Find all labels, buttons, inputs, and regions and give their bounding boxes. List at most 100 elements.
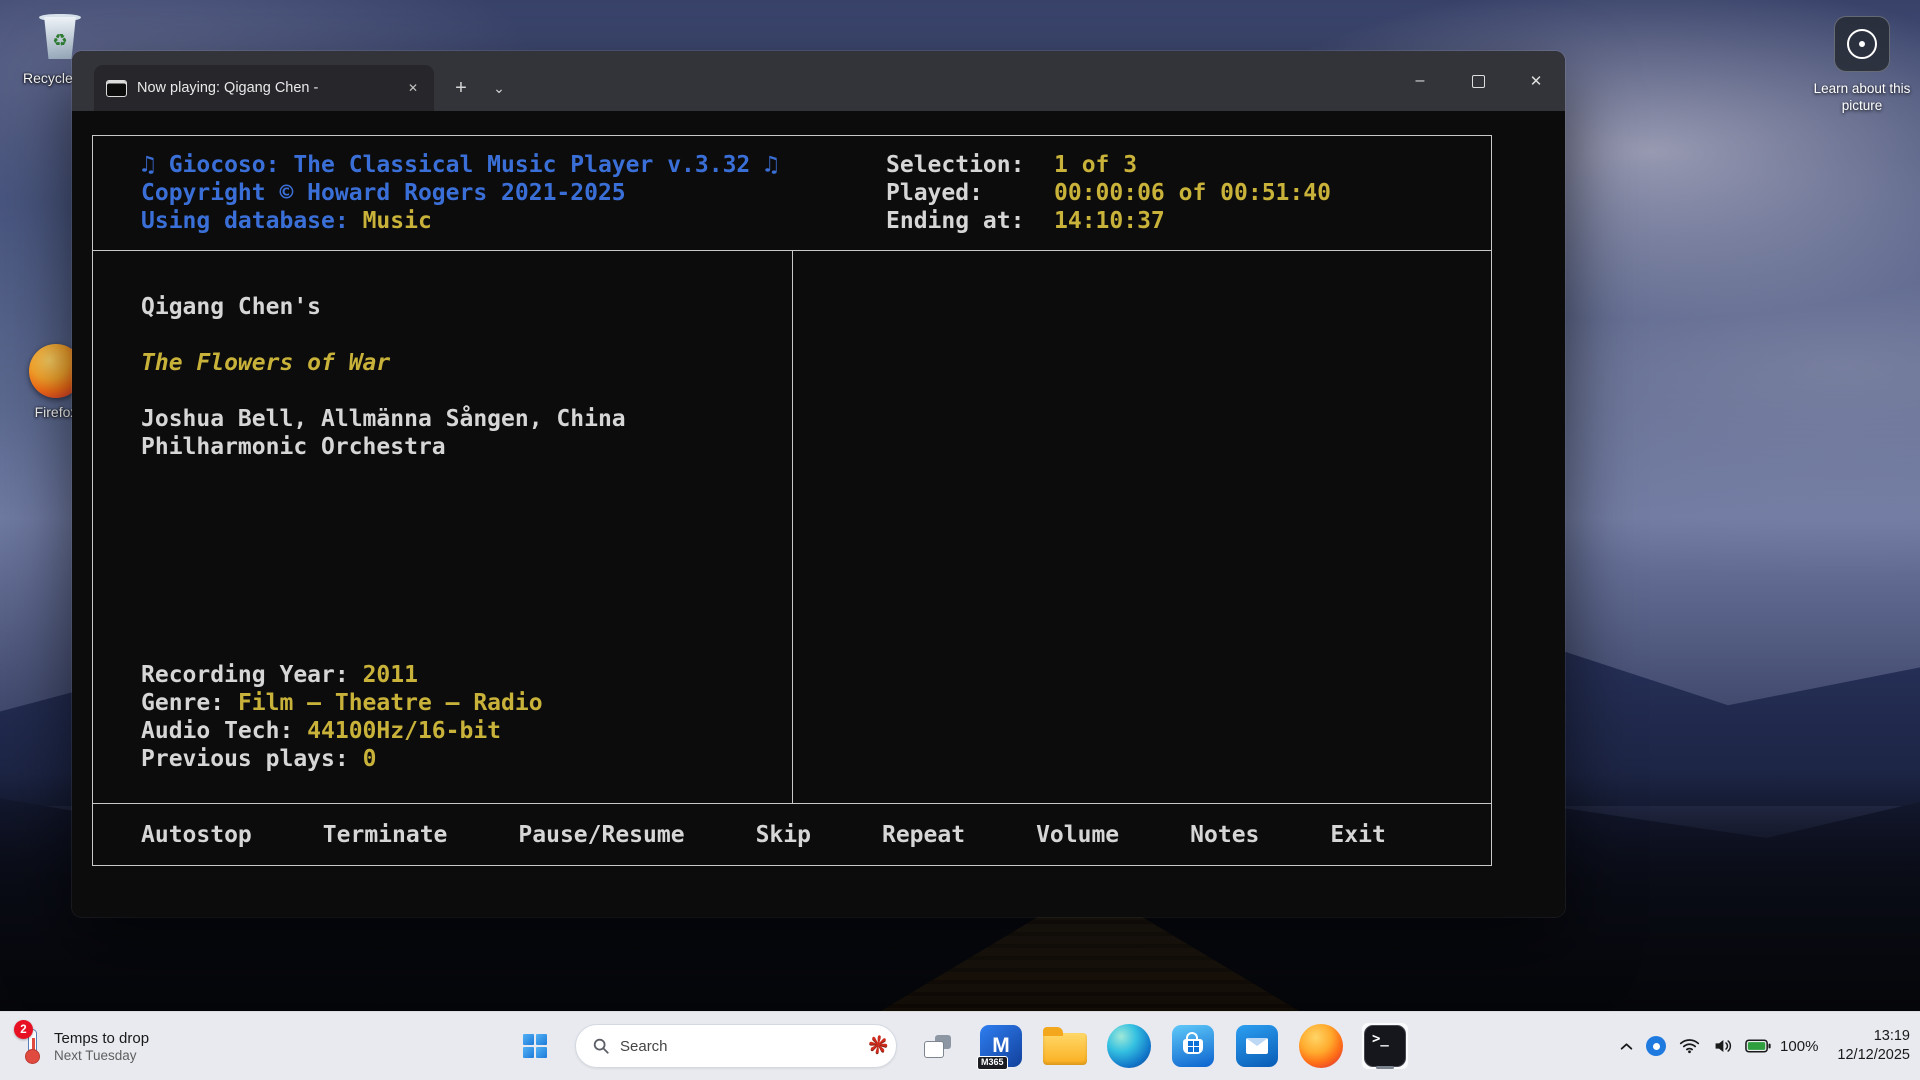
tray-chevron-up-icon[interactable]	[1620, 1042, 1633, 1051]
terminal-tab[interactable]: Now playing: Qigang Chen - ✕	[94, 65, 434, 111]
search-box[interactable]: Search ❋	[575, 1024, 897, 1068]
battery-percent: 100%	[1780, 1038, 1818, 1055]
ending-value: 14:10:37	[1054, 208, 1165, 234]
weather-subline: Next Tuesday	[54, 1048, 149, 1063]
firefox-button[interactable]	[1297, 1022, 1345, 1070]
clock[interactable]: 13:19 12/12/2025	[1837, 1027, 1910, 1065]
year-label: Recording Year:	[141, 662, 363, 688]
tray-time: 13:19	[1837, 1027, 1910, 1046]
maximize-button[interactable]	[1449, 51, 1507, 111]
notification-badge: 2	[14, 1020, 33, 1039]
microsoft-store-icon	[1172, 1025, 1214, 1067]
tray-status-icon[interactable]	[1646, 1036, 1666, 1056]
task-view-button[interactable]	[913, 1022, 961, 1070]
menu-item-terminate[interactable]: Terminate	[323, 821, 448, 849]
weather-text: Temps to drop Next Tuesday	[54, 1030, 149, 1063]
meta-row-genre: Genre: Film – Theatre – Radio	[141, 689, 792, 717]
volume-icon[interactable]	[1713, 1038, 1732, 1054]
windows-logo-icon	[523, 1034, 547, 1058]
poinsettia-icon: ❋	[866, 1033, 889, 1060]
work-title: The Flowers of War	[141, 349, 792, 377]
status-row-played: Played:00:00:06 of 00:51:40	[886, 179, 1331, 207]
tui-menu-bar: Autostop Terminate Pause/Resume Skip Rep…	[93, 803, 1491, 865]
tab-close-icon[interactable]: ✕	[400, 75, 426, 101]
tui-header: ♫ Giocoso: The Classical Music Player v.…	[93, 136, 1491, 251]
performers-line-2: Philharmonic Orchestra	[141, 433, 792, 461]
maximize-icon	[1472, 75, 1485, 88]
m365-badge: M365	[977, 1056, 1008, 1070]
now-playing-panel: Qigang Chen's The Flowers of War Joshua …	[93, 251, 793, 803]
microsoft-store-button[interactable]	[1169, 1022, 1217, 1070]
spotlight-icon[interactable]	[1834, 16, 1890, 72]
composer: Qigang Chen's	[141, 293, 792, 321]
menu-item-skip[interactable]: Skip	[756, 821, 811, 849]
file-explorer-icon	[1043, 1033, 1087, 1065]
terminal-button[interactable]: >_	[1361, 1022, 1409, 1070]
learn-about-picture-widget[interactable]: Learn about this picture	[1802, 16, 1920, 114]
system-tray: 100% 13:19 12/12/2025	[1620, 1012, 1910, 1080]
performers-line-1: Joshua Bell, Allmänna Sången, China	[141, 405, 792, 433]
firefox-taskbar-icon	[1299, 1024, 1343, 1068]
performers: Joshua Bell, Allmänna Sången, China Phil…	[141, 405, 792, 461]
tab-dropdown-icon[interactable]: ⌄	[482, 65, 516, 111]
recording-meta: Recording Year: 2011 Genre: Film – Theat…	[141, 661, 792, 773]
new-tab-button[interactable]: +	[440, 65, 482, 111]
database-value: Music	[363, 208, 432, 234]
giocoso-tui: ♫ Giocoso: The Classical Music Player v.…	[92, 135, 1492, 866]
task-view-icon	[924, 1035, 951, 1058]
meta-row-audio: Audio Tech: 44100Hz/16-bit	[141, 717, 792, 745]
database-label: Using database:	[141, 208, 363, 234]
tab-title: Now playing: Qigang Chen -	[137, 80, 390, 96]
terminal-content: ♫ Giocoso: The Classical Music Player v.…	[72, 111, 1565, 917]
window-controls: – ✕	[1391, 51, 1565, 111]
menu-item-exit[interactable]: Exit	[1330, 821, 1385, 849]
learn-about-picture-label: Learn about this picture	[1810, 80, 1914, 114]
meta-row-year: Recording Year: 2011	[141, 661, 792, 689]
taskbar: 2 Temps to drop Next Tuesday Search ❋ M …	[0, 1011, 1920, 1080]
outlook-icon	[1236, 1025, 1278, 1067]
file-explorer-button[interactable]	[1041, 1022, 1089, 1070]
ending-label: Ending at:	[886, 207, 1054, 235]
menu-item-pause-resume[interactable]: Pause/Resume	[518, 821, 684, 849]
taskbar-center: Search ❋ M M365 >_	[511, 1012, 1409, 1080]
weather-widget[interactable]: 2 Temps to drop Next Tuesday	[10, 1018, 161, 1074]
microsoft-365-button[interactable]: M M365	[977, 1022, 1025, 1070]
wifi-icon[interactable]	[1679, 1038, 1700, 1054]
edge-icon	[1107, 1024, 1151, 1068]
plays-value: 0	[363, 746, 377, 772]
year-value: 2011	[363, 662, 418, 688]
cmd-icon	[106, 80, 127, 97]
visualizer-panel	[793, 251, 1491, 803]
terminal-icon: >_	[1364, 1025, 1406, 1067]
menu-item-notes[interactable]: Notes	[1190, 821, 1259, 849]
genre-label: Genre:	[141, 690, 238, 716]
menu-item-repeat[interactable]: Repeat	[882, 821, 965, 849]
status-row-ending: Ending at:14:10:37	[886, 207, 1331, 235]
playback-status: Selection:1 of 3 Played:00:00:06 of 00:5…	[886, 151, 1331, 235]
genre-value: Film – Theatre – Radio	[238, 690, 543, 716]
audio-tech-label: Audio Tech:	[141, 718, 307, 744]
tui-body: Qigang Chen's The Flowers of War Joshua …	[93, 251, 1491, 803]
terminal-window: Now playing: Qigang Chen - ✕ + ⌄ – ✕ ♫ G…	[72, 51, 1565, 917]
selection-label: Selection:	[886, 151, 1054, 179]
start-button[interactable]	[511, 1022, 559, 1070]
outlook-button[interactable]	[1233, 1022, 1281, 1070]
selection-value: 1 of 3	[1054, 152, 1137, 178]
search-icon	[592, 1037, 610, 1055]
search-placeholder: Search	[620, 1038, 858, 1055]
window-titlebar[interactable]: Now playing: Qigang Chen - ✕ + ⌄ – ✕	[72, 51, 1565, 111]
close-button[interactable]: ✕	[1507, 51, 1565, 111]
minimize-button[interactable]: –	[1391, 51, 1449, 111]
played-label: Played:	[886, 179, 1054, 207]
tray-date: 12/12/2025	[1837, 1046, 1910, 1065]
edge-button[interactable]	[1105, 1022, 1153, 1070]
plays-label: Previous plays:	[141, 746, 363, 772]
status-row-selection: Selection:1 of 3	[886, 151, 1331, 179]
menu-item-volume[interactable]: Volume	[1036, 821, 1119, 849]
meta-row-plays: Previous plays: 0	[141, 745, 792, 773]
audio-tech-value: 44100Hz/16-bit	[307, 718, 501, 744]
battery-icon[interactable]	[1745, 1039, 1771, 1053]
menu-item-autostop[interactable]: Autostop	[141, 821, 252, 849]
weather-headline: Temps to drop	[54, 1030, 149, 1047]
firefox-label: Firefox	[35, 404, 78, 421]
